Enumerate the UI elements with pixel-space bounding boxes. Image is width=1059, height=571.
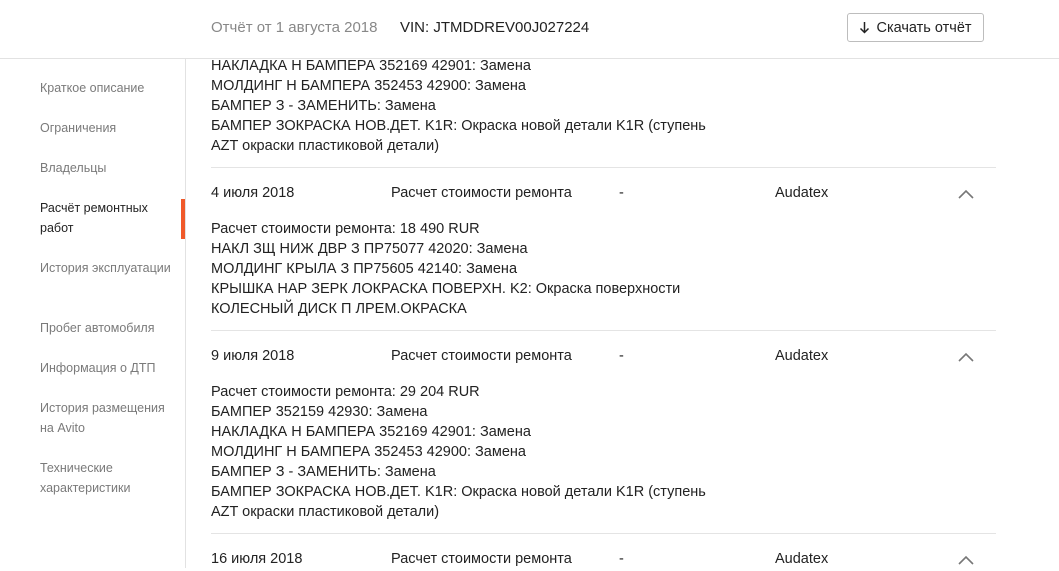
chevron-up-icon[interactable] (958, 350, 974, 366)
detail-line: КРЫШКА НАР ЗЕРК ЛОКРАСКА ПОВЕРХН. K2: Ок… (211, 281, 681, 297)
detail-line: КОЛЕСНЫЙ ДИСК П ЛРЕМ.ОКРАСКА (211, 301, 467, 317)
detail-line: БАМПЕР 352159 42930: Замена (211, 404, 428, 420)
entry-source: Audatex (775, 185, 829, 201)
detail-line: Расчет стоимости ремонта: 29 204 RUR (211, 384, 480, 400)
entry-amount: - (619, 185, 624, 201)
detail-line: AZT окраски пластиковой детали) (211, 138, 440, 154)
entry-date: 4 июля 2018 (211, 185, 295, 201)
active-section-indicator (181, 199, 185, 239)
entry-type: Расчет стоимости ремонта (391, 348, 572, 364)
detail-line: МОЛДИНГ Н БАМПЕРА 352453 42900: Замена (211, 444, 526, 460)
chevron-up-icon[interactable] (958, 187, 974, 203)
chevron-up-icon[interactable] (958, 553, 974, 569)
entry-amount: - (619, 551, 624, 567)
repair-details: Расчет стоимости ремонта: 18 490 RUR НАК… (211, 219, 771, 319)
detail-line: AZT окраски пластиковой детали) (211, 504, 440, 520)
report-header: Отчёт от 1 августа 2018 VIN: JTMDDREV00J… (0, 0, 1059, 59)
detail-line: НАКЛАДКА Н БАМПЕРА 352169 42901: Замена (211, 58, 531, 74)
detail-line: МОЛДИНГ КРЫЛА З ПР75605 42140: Замена (211, 261, 518, 277)
sidebar-item-mileage[interactable]: Пробег автомобиля (40, 318, 180, 338)
row-divider (211, 167, 996, 168)
detail-line: НАКЛАДКА Н БАМПЕРА 352169 42901: Замена (211, 424, 531, 440)
entry-amount: - (619, 348, 624, 364)
arrow-down-icon (859, 21, 870, 34)
entry-source: Audatex (775, 348, 829, 364)
entry-type: Расчет стоимости ремонта (391, 185, 572, 201)
repair-entry-header[interactable]: 4 июля 2018 Расчет стоимости ремонта - A… (211, 185, 996, 205)
report-date: Отчёт от 1 августа 2018 (211, 19, 378, 36)
entry-date: 16 июля 2018 (211, 551, 303, 567)
sidebar-item-owners[interactable]: Владельцы (40, 158, 180, 178)
row-divider (211, 533, 996, 534)
repair-details-partial: НАКЛАДКА Н БАМПЕРА 352169 42901: Замена … (211, 56, 771, 156)
detail-line: БАМПЕР ЗОКРАСКА НОВ.ДЕТ. K1R: Окраска но… (211, 118, 706, 134)
repair-estimates-list: НАКЛАДКА Н БАМПЕРА 352169 42901: Замена … (211, 0, 996, 568)
sidebar-item-operation-history[interactable]: История эксплуатации (40, 258, 180, 278)
detail-line: БАМПЕР З - ЗАМЕНИТЬ: Замена (211, 98, 436, 114)
detail-line: БАМПЕР ЗОКРАСКА НОВ.ДЕТ. K1R: Окраска но… (211, 484, 706, 500)
entry-type: Расчет стоимости ремонта (391, 551, 572, 567)
download-report-button[interactable]: Скачать отчёт (847, 13, 984, 42)
entry-source: Audatex (775, 551, 829, 567)
repair-details: Расчет стоимости ремонта: 29 204 RUR БАМ… (211, 382, 771, 522)
detail-line: НАКЛ ЗЩ НИЖ ДВР З ПР75077 42020: Замена (211, 241, 528, 257)
download-report-label: Скачать отчёт (876, 19, 972, 36)
sidebar-item-accidents[interactable]: Информация о ДТП (40, 358, 180, 378)
detail-line: Расчет стоимости ремонта: 18 490 RUR (211, 221, 480, 237)
sidebar-item-tech-specs[interactable]: Технические характеристики (40, 458, 180, 498)
detail-line: БАМПЕР З - ЗАМЕНИТЬ: Замена (211, 464, 436, 480)
repair-entry-header[interactable]: 9 июля 2018 Расчет стоимости ремонта - A… (211, 348, 996, 368)
row-divider (211, 330, 996, 331)
sidebar-item-avito-history[interactable]: История размещения на Avito (40, 398, 180, 438)
sidebar-item-summary[interactable]: Краткое описание (40, 78, 180, 98)
sidebar-item-restrictions[interactable]: Ограничения (40, 118, 180, 138)
vin-number: VIN: JTMDDREV00J027224 (400, 19, 590, 36)
repair-entry-header[interactable]: 16 июля 2018 Расчет стоимости ремонта - … (211, 551, 996, 571)
sidebar-item-repair-estimates[interactable]: Расчёт ремонтных работ (40, 198, 180, 238)
entry-date: 9 июля 2018 (211, 348, 295, 364)
detail-line: МОЛДИНГ Н БАМПЕРА 352453 42900: Замена (211, 78, 526, 94)
report-sidebar-nav: Краткое описание Ограничения Владельцы Р… (0, 59, 186, 568)
